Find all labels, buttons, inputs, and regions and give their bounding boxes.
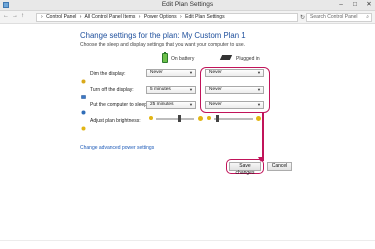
breadcrumb-control-panel[interactable]: Control Panel (46, 14, 76, 20)
select-value: 5 minutes (150, 87, 171, 92)
brightness-high-icon (256, 116, 261, 121)
breadcrumb-separator: › (180, 14, 182, 20)
battery-icon (162, 52, 168, 63)
turn-off-display-label: Turn off the display: (90, 87, 134, 93)
sleep-icon (81, 102, 86, 115)
plugged-brightness-thumb[interactable] (216, 115, 219, 122)
refresh-icon[interactable]: ↻ (300, 14, 305, 21)
breadcrumb-edit-plan[interactable]: Edit Plan Settings (185, 14, 224, 20)
plugged-brightness-slider[interactable] (214, 118, 253, 120)
chevron-down-icon: ▼ (189, 70, 193, 75)
dim-display-icon (81, 71, 86, 84)
brightness-low-icon (207, 116, 211, 120)
nav-buttons: ← → ↑ (3, 13, 24, 19)
breadcrumb-all-items[interactable]: All Control Panel Items (85, 14, 136, 20)
breadcrumb-item: › (41, 14, 43, 20)
title-bar: Edit Plan Settings – □ ✕ (0, 0, 375, 11)
window-title: Edit Plan Settings (161, 1, 214, 8)
brightness-label: Adjust plan brightness: (90, 118, 141, 124)
battery-brightness-slider[interactable] (156, 118, 194, 120)
brightness-high-icon (198, 116, 203, 121)
dim-display-battery-select[interactable]: Never ▼ (146, 69, 196, 77)
breadcrumb-separator: › (138, 14, 141, 20)
search-icon: ⌕ (366, 14, 369, 20)
sleep-label: Put the computer to sleep: (90, 102, 149, 108)
window-controls: – □ ✕ (337, 1, 373, 9)
breadcrumb[interactable]: › Control Panel › All Control Panel Item… (36, 13, 298, 22)
battery-brightness-thumb[interactable] (178, 115, 181, 122)
up-button[interactable]: ↑ (21, 13, 24, 19)
turn-off-display-battery-select[interactable]: 5 minutes ▼ (146, 86, 196, 94)
cancel-button[interactable]: Cancel (267, 162, 292, 171)
chevron-down-icon: ▼ (189, 102, 193, 107)
sleep-battery-select[interactable]: 25 minutes ▼ (146, 101, 196, 109)
page-subtitle: Choose the sleep and display settings th… (80, 42, 246, 48)
column-plugged-in: Plugged in (236, 56, 260, 62)
save-changes-button[interactable]: Save changes (229, 162, 261, 176)
search-input[interactable]: Search Control Panel ⌕ (306, 13, 372, 22)
chevron-down-icon: ▼ (189, 87, 193, 92)
breadcrumb-power-options[interactable]: Power Options (144, 14, 177, 20)
dim-display-label: Dim the display: (90, 71, 126, 77)
breadcrumb-separator: › (79, 14, 82, 20)
forward-button[interactable]: → (12, 13, 18, 19)
back-button[interactable]: ← (3, 13, 9, 19)
search-placeholder: Search Control Panel (310, 14, 358, 20)
close-button[interactable]: ✕ (365, 1, 373, 9)
address-bar: ← → ↑ › Control Panel › All Control Pane… (0, 11, 375, 24)
minimize-button[interactable]: – (337, 1, 345, 9)
maximize-button[interactable]: □ (351, 1, 359, 9)
plug-icon (219, 55, 233, 60)
column-on-battery: On battery (171, 56, 195, 62)
page-title: Change settings for the plan: My Custom … (80, 31, 246, 40)
divider (0, 240, 375, 241)
callout-line (262, 113, 264, 161)
brightness-low-icon (149, 116, 153, 120)
select-value: Never (150, 70, 163, 75)
brightness-icon (81, 118, 86, 131)
display-off-icon (81, 87, 86, 99)
select-value: 25 minutes (150, 102, 174, 107)
plugged-in-highlight (200, 67, 270, 113)
advanced-settings-link[interactable]: Change advanced power settings (80, 145, 154, 151)
